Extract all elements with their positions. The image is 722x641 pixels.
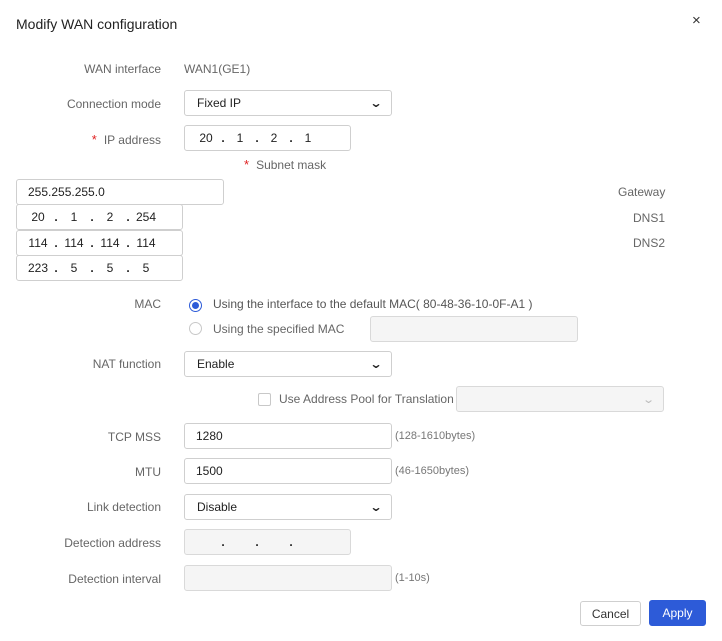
ip-separator: . [126,236,130,250]
dns1-label: DNS1 [633,211,666,225]
mtu-hint: (46-1650bytes) [395,465,469,477]
close-icon[interactable]: × [692,13,701,29]
gateway-label: Gateway [618,185,666,199]
ip-octet: 2 [270,131,278,145]
mac-label: MAC [134,297,161,311]
tcp-mss-input[interactable]: 1280 [184,423,392,449]
ip-octet: 5 [106,261,114,275]
cancel-button[interactable]: Cancel [580,601,641,626]
mac-default-radio[interactable] [189,299,202,312]
mtu-input[interactable]: 1500 [184,458,392,484]
ip-octet: 20 [199,131,213,145]
mac-default-option-label[interactable]: Using the interface to the default MAC( … [213,297,533,311]
ip-octet: 223 [27,261,49,275]
gateway-input[interactable]: 20 . 1 . 2 . 254 [16,204,183,230]
tcp-mss-hint: (128-1610bytes) [395,430,476,442]
link-detection-label: Link detection [86,500,161,514]
chevron-down-icon: ⌄ [369,357,383,371]
detection-interval-hint: (1-10s) [395,572,430,584]
ip-octet: 20 [31,210,45,224]
chevron-down-icon: ⌄ [641,393,655,406]
connection-mode-value: Fixed IP [197,96,242,110]
ip-octet: 1 [70,210,78,224]
ip-separator: . [54,236,58,250]
ip-separator: . [90,210,94,224]
ip-separator: . [126,210,130,224]
tcp-mss-label: TCP MSS [107,430,161,444]
ip-octet: 2 [106,210,114,224]
link-detection-select[interactable]: Disable ⌄ [184,494,392,520]
wan-interface-value: WAN1(GE1) [184,62,251,76]
ip-octet: 114 [28,236,48,250]
ip-octet: 1 [304,131,312,145]
link-detection-value: Disable [197,500,238,514]
ip-octet: 114 [136,236,156,250]
ip-separator: . [54,210,58,224]
address-pool-label[interactable]: Use Address Pool for Translation [279,392,454,406]
ip-octet: 114 [100,236,120,250]
connection-mode-label: Connection mode [66,97,161,111]
ip-address-label-text: IP address [103,133,161,147]
dns2-input[interactable]: 223 . 5 . 5 . 5 [16,255,183,281]
wan-interface-label: WAN interface [84,62,161,76]
mtu-label: MTU [135,465,161,479]
chevron-down-icon: ⌄ [369,96,383,110]
ip-octet: 254 [135,210,157,224]
dns2-label: DNS2 [633,236,666,250]
ip-octet: 5 [70,261,78,275]
subnet-mask-label-text: Subnet mask [256,158,327,172]
ip-separator: . [289,131,293,145]
detection-interval-label: Detection interval [68,572,161,586]
subnet-mask-label: * Subnet mask [244,157,326,172]
detection-address-input[interactable]: . . . [184,529,351,555]
ip-separator: . [126,261,130,275]
ip-octet: 1 [236,131,244,145]
ip-separator: . [90,261,94,275]
required-mark: * [244,157,250,172]
apply-button[interactable]: Apply [649,600,706,626]
ip-separator: . [54,261,58,275]
subnet-mask-input[interactable]: 255.255.255.0 [16,179,224,205]
required-mark: * [91,132,97,147]
ip-separator: . [221,131,225,145]
ip-octet: 5 [142,261,150,275]
ip-separator: . [289,535,293,549]
ip-address-input[interactable]: 20 . 1 . 2 . 1 [184,125,351,151]
dialog-title: Modify WAN configuration [16,16,178,32]
detection-interval-input[interactable] [184,565,392,591]
chevron-down-icon: ⌄ [369,500,383,514]
specified-mac-input[interactable] [370,316,578,342]
ip-separator: . [255,131,259,145]
nat-function-value: Enable [197,357,235,371]
ip-separator: . [221,535,225,549]
ip-separator: . [255,535,259,549]
ip-separator: . [90,236,94,250]
dns1-input[interactable]: 114 . 114 . 114 . 114 [16,230,183,256]
detection-address-label: Detection address [64,536,161,550]
address-pool-checkbox[interactable] [258,393,271,406]
ip-octet: 114 [64,236,84,250]
mac-specified-option-label[interactable]: Using the specified MAC [213,322,344,336]
mac-specified-radio[interactable] [189,322,202,335]
wan-config-dialog: Modify WAN configuration × WAN interface… [0,0,722,641]
nat-function-label: NAT function [92,357,161,371]
ip-address-label: * IP address [11,132,161,147]
connection-mode-select[interactable]: Fixed IP ⌄ [184,90,392,116]
address-pool-select[interactable]: ⌄ [456,386,664,412]
nat-function-select[interactable]: Enable ⌄ [184,351,392,377]
